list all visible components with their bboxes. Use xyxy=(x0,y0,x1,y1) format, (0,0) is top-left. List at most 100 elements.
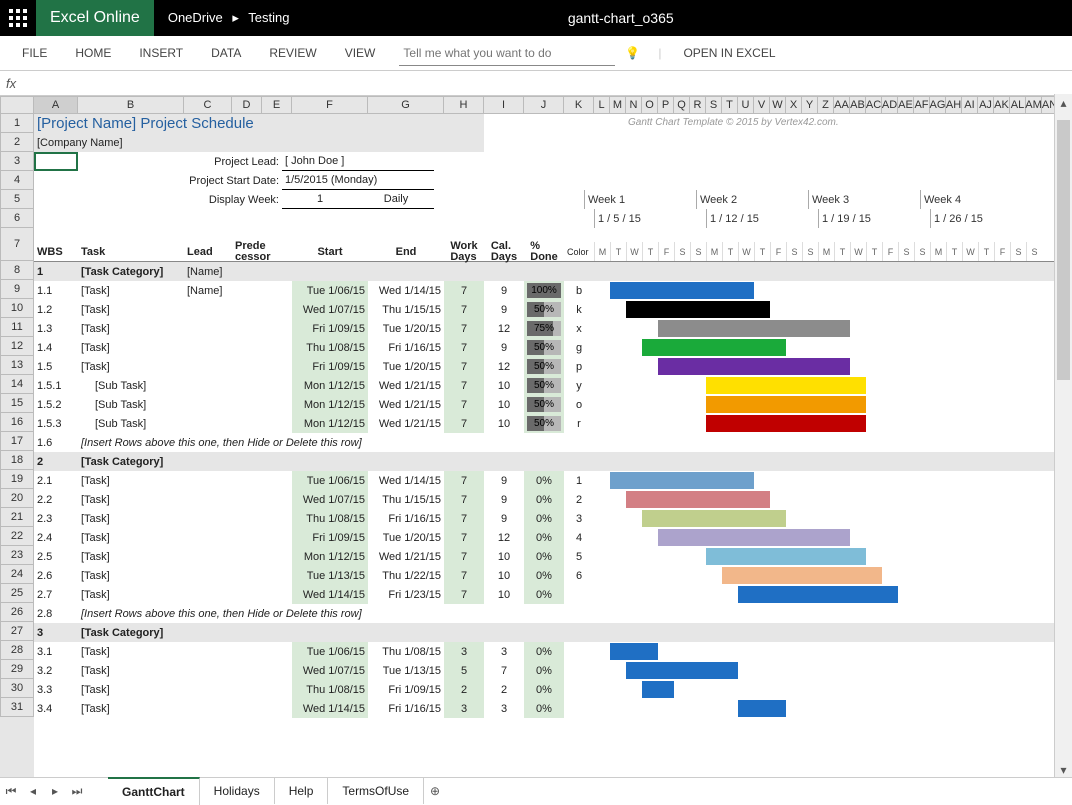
column-header-E[interactable]: E xyxy=(262,96,292,114)
scroll-up-icon[interactable]: ▴ xyxy=(1055,94,1072,111)
sheet-nav-first[interactable]: ⏮ xyxy=(0,784,22,799)
scroll-thumb[interactable] xyxy=(1057,120,1070,380)
column-header-N[interactable]: N xyxy=(626,96,642,114)
spreadsheet-grid[interactable]: 1234567891011121314151617181920212223242… xyxy=(0,96,1072,780)
sheet-tab-holidays[interactable]: Holidays xyxy=(200,778,275,804)
grid-body[interactable]: Gantt Chart Template © 2015 by Vertex42.… xyxy=(34,114,1072,718)
vertical-scrollbar[interactable]: ▴ ▾ xyxy=(1054,94,1072,778)
row-header-19[interactable]: 19 xyxy=(0,470,34,489)
column-header-A[interactable]: A xyxy=(34,96,78,114)
tellme-input[interactable] xyxy=(399,41,615,66)
sheet-nav-last[interactable]: ⏭ xyxy=(66,784,88,799)
row-header-23[interactable]: 23 xyxy=(0,546,34,565)
column-header-B[interactable]: B xyxy=(78,96,184,114)
scroll-down-icon[interactable]: ▾ xyxy=(1055,761,1072,778)
column-header-AL[interactable]: AL xyxy=(1010,96,1026,114)
column-header-J[interactable]: J xyxy=(524,96,564,114)
row-header-10[interactable]: 10 xyxy=(0,299,34,318)
row-header-5[interactable]: 5 xyxy=(0,190,34,209)
column-header-Z[interactable]: Z xyxy=(818,96,834,114)
row-header-24[interactable]: 24 xyxy=(0,565,34,584)
row-header-15[interactable]: 15 xyxy=(0,394,34,413)
column-header-O[interactable]: O xyxy=(642,96,658,114)
column-header-I[interactable]: I xyxy=(484,96,524,114)
column-header-R[interactable]: R xyxy=(690,96,706,114)
row-header-7[interactable]: 7 xyxy=(0,228,34,261)
column-header-AD[interactable]: AD xyxy=(882,96,898,114)
row-header-29[interactable]: 29 xyxy=(0,660,34,679)
column-header-X[interactable]: X xyxy=(786,96,802,114)
tab-insert[interactable]: INSERT xyxy=(125,36,197,70)
tab-view[interactable]: VIEW xyxy=(331,36,390,70)
row-header-31[interactable]: 31 xyxy=(0,698,34,717)
column-header-AK[interactable]: AK xyxy=(994,96,1010,114)
column-header-M[interactable]: M xyxy=(610,96,626,114)
sheet-tab-ganttchart[interactable]: GanttChart xyxy=(108,777,200,805)
select-all-corner[interactable] xyxy=(0,96,34,114)
row-header-13[interactable]: 13 xyxy=(0,356,34,375)
row-header-12[interactable]: 12 xyxy=(0,337,34,356)
column-header-L[interactable]: L xyxy=(594,96,610,114)
column-header-AI[interactable]: AI xyxy=(962,96,978,114)
row-header-8[interactable]: 8 xyxy=(0,261,34,280)
column-header-T[interactable]: T xyxy=(722,96,738,114)
row-header-14[interactable]: 14 xyxy=(0,375,34,394)
tab-data[interactable]: DATA xyxy=(197,36,255,70)
column-header-AA[interactable]: AA xyxy=(834,96,850,114)
selected-cell-A3[interactable] xyxy=(34,152,78,171)
tab-file[interactable]: FILE xyxy=(8,36,61,70)
column-header-AH[interactable]: AH xyxy=(946,96,962,114)
breadcrumb-root[interactable]: OneDrive xyxy=(168,10,223,25)
row-header-27[interactable]: 27 xyxy=(0,622,34,641)
column-header-F[interactable]: F xyxy=(292,96,368,114)
column-header-Y[interactable]: Y xyxy=(802,96,818,114)
row-header-30[interactable]: 30 xyxy=(0,679,34,698)
column-header-G[interactable]: G xyxy=(368,96,444,114)
sheet-tab-termsofuse[interactable]: TermsOfUse xyxy=(328,778,424,804)
column-header-K[interactable]: K xyxy=(564,96,594,114)
column-header-AG[interactable]: AG xyxy=(930,96,946,114)
new-sheet-button[interactable]: ⊕ xyxy=(424,784,446,798)
column-header-C[interactable]: C xyxy=(184,96,232,114)
column-headers[interactable]: ABCDEFGHIJKLMNOPQRSTUVWXYZAAABACADAEAFAG… xyxy=(34,96,1072,114)
row-header-2[interactable]: 2 xyxy=(0,133,34,152)
row-header-16[interactable]: 16 xyxy=(0,413,34,432)
open-in-excel-button[interactable]: OPEN IN EXCEL xyxy=(669,36,789,70)
tab-home[interactable]: HOME xyxy=(61,36,125,70)
column-header-D[interactable]: D xyxy=(232,96,262,114)
sheet-tab-help[interactable]: Help xyxy=(275,778,329,804)
formula-bar[interactable]: fx xyxy=(0,71,1072,96)
app-launcher-button[interactable] xyxy=(0,0,36,36)
row-header-4[interactable]: 4 xyxy=(0,171,34,190)
row-header-20[interactable]: 20 xyxy=(0,489,34,508)
column-header-S[interactable]: S xyxy=(706,96,722,114)
row-header-26[interactable]: 26 xyxy=(0,603,34,622)
column-header-AF[interactable]: AF xyxy=(914,96,930,114)
row-header-6[interactable]: 6 xyxy=(0,209,34,228)
row-header-28[interactable]: 28 xyxy=(0,641,34,660)
row-header-3[interactable]: 3 xyxy=(0,152,34,171)
sheet-nav-prev[interactable]: ◂ xyxy=(22,784,44,798)
column-header-AC[interactable]: AC xyxy=(866,96,882,114)
row-header-17[interactable]: 17 xyxy=(0,432,34,451)
column-header-V[interactable]: V xyxy=(754,96,770,114)
column-header-AJ[interactable]: AJ xyxy=(978,96,994,114)
breadcrumb-folder[interactable]: Testing xyxy=(248,10,289,25)
column-header-U[interactable]: U xyxy=(738,96,754,114)
row-header-21[interactable]: 21 xyxy=(0,508,34,527)
tab-review[interactable]: REVIEW xyxy=(255,36,330,70)
column-header-H[interactable]: H xyxy=(444,96,484,114)
column-header-AB[interactable]: AB xyxy=(850,96,866,114)
sheet-nav-next[interactable]: ▸ xyxy=(44,784,66,798)
column-header-Q[interactable]: Q xyxy=(674,96,690,114)
row-header-18[interactable]: 18 xyxy=(0,451,34,470)
column-header-W[interactable]: W xyxy=(770,96,786,114)
row-header-11[interactable]: 11 xyxy=(0,318,34,337)
row-header-9[interactable]: 9 xyxy=(0,280,34,299)
row-header-25[interactable]: 25 xyxy=(0,584,34,603)
column-header-AM[interactable]: AM xyxy=(1026,96,1042,114)
row-header-22[interactable]: 22 xyxy=(0,527,34,546)
column-header-P[interactable]: P xyxy=(658,96,674,114)
column-header-AE[interactable]: AE xyxy=(898,96,914,114)
row-header-1[interactable]: 1 xyxy=(0,114,34,133)
